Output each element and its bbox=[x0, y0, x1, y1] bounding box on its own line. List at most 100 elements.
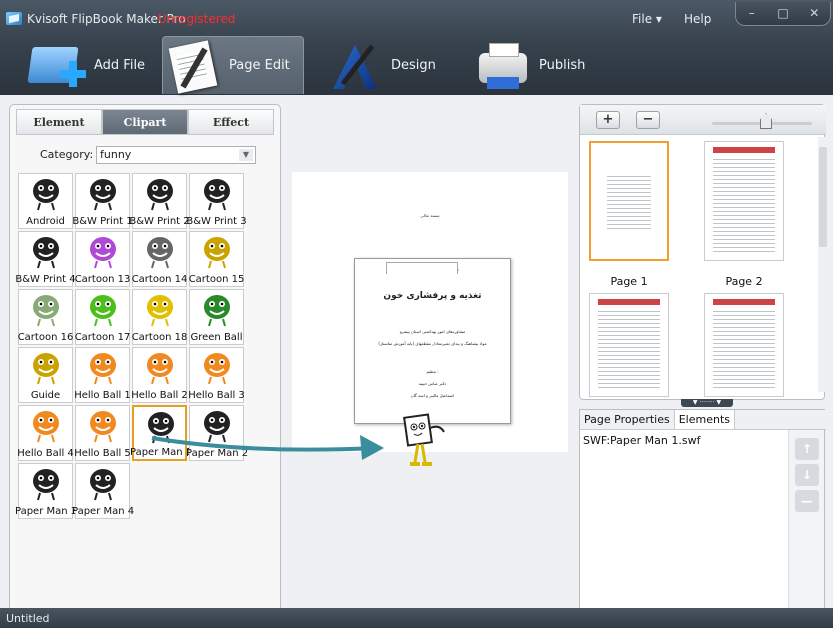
clipart-item[interactable]: Hello Ball 2 bbox=[131, 347, 188, 403]
paper-man-clip[interactable] bbox=[400, 412, 452, 470]
clipart-thumbnail-icon bbox=[141, 176, 179, 212]
status-text: Untitled bbox=[6, 612, 50, 625]
chevron-down-icon[interactable]: ▼ bbox=[239, 149, 253, 161]
clipart-thumbnail-icon bbox=[141, 234, 179, 270]
page-line: تنظیم : bbox=[426, 369, 439, 374]
clipart-item[interactable]: Hello Ball 5 bbox=[74, 405, 131, 461]
design-label: Design bbox=[391, 57, 436, 73]
design-button[interactable]: Design bbox=[325, 36, 455, 94]
close-button[interactable]: ✕ bbox=[799, 2, 830, 25]
clipart-thumbnail-icon bbox=[141, 350, 179, 386]
clipart-item[interactable]: Cartoon 13 bbox=[75, 231, 130, 287]
clipart-label: Hello Ball 2 bbox=[131, 390, 188, 401]
collapse-toggle[interactable]: ▼ ········ ▼ bbox=[681, 399, 733, 407]
clipart-label: Paper Man 4 bbox=[72, 506, 135, 517]
clipart-item[interactable]: B&W Print 1 bbox=[72, 173, 133, 229]
thumbnail-scrollbar[interactable] bbox=[818, 137, 828, 392]
category-label: Category: bbox=[40, 148, 94, 161]
design-icon bbox=[325, 39, 385, 91]
category-select[interactable]: funny ▼ bbox=[96, 146, 256, 164]
move-up-button[interactable]: ↑ bbox=[795, 438, 819, 460]
clipart-item[interactable]: Green Ball bbox=[189, 289, 244, 345]
clipart-item[interactable]: Paper Man 4 bbox=[72, 463, 135, 519]
clipart-label: Hello Ball 1 bbox=[74, 390, 131, 401]
clipart-thumbnail-icon bbox=[27, 466, 65, 502]
page-line: مواد پیشاهنگ و بیدای تغییرمعادل مقطعهای … bbox=[378, 341, 487, 346]
add-file-label: Add File bbox=[94, 57, 146, 73]
printer-icon bbox=[473, 39, 533, 91]
tab-page-properties[interactable]: Page Properties bbox=[580, 410, 675, 429]
clipart-thumbnail-icon bbox=[84, 350, 122, 386]
page-preview[interactable]: شاگل دوش خود را بدای بیاوریم تغذیه و پرف… bbox=[354, 258, 511, 424]
clipart-thumbnail-icon bbox=[84, 176, 122, 212]
tab-element[interactable]: Element bbox=[16, 109, 102, 135]
tab-elements[interactable]: Elements bbox=[674, 410, 735, 429]
menu-file[interactable]: File ▾ bbox=[632, 12, 662, 26]
remove-element-button[interactable]: — bbox=[795, 490, 819, 512]
minimize-button[interactable]: – bbox=[736, 2, 767, 25]
left-panel-tabs: Element Clipart Effect bbox=[16, 109, 274, 135]
clipart-item[interactable]: Cartoon 16 bbox=[18, 289, 73, 345]
clipart-item[interactable]: Cartoon 15 bbox=[189, 231, 244, 287]
page-thumbnail-3[interactable] bbox=[589, 293, 669, 397]
clipart-label: Android bbox=[26, 216, 65, 227]
clipart-item[interactable]: Paper Man 3 bbox=[15, 463, 78, 519]
thumbnail-panel: + − Page 1 Page 2 bbox=[579, 104, 826, 400]
scrollbar-thumb[interactable] bbox=[819, 147, 827, 247]
clipart-thumbnail-icon bbox=[84, 292, 122, 328]
drag-arrow-icon bbox=[151, 435, 384, 460]
page-line: دکتر عباس حبیبه bbox=[418, 381, 447, 386]
clipart-label: B&W Print 1 bbox=[72, 216, 133, 227]
clipart-label: Cartoon 17 bbox=[74, 332, 131, 343]
menu-help[interactable]: Help bbox=[684, 12, 711, 26]
status-bar: Untitled bbox=[0, 608, 833, 628]
zoom-in-button[interactable]: + bbox=[596, 111, 620, 129]
clipart-item[interactable]: Cartoon 17 bbox=[75, 289, 130, 345]
clipart-thumbnail-icon bbox=[27, 408, 65, 444]
clipart-item[interactable]: Hello Ball 3 bbox=[188, 347, 245, 403]
clipart-label: Cartoon 15 bbox=[188, 274, 245, 285]
properties-panel: Page Properties Elements SWF:Paper Man 1… bbox=[579, 409, 826, 623]
clipart-label: B&W Print 2 bbox=[129, 216, 190, 227]
tab-clipart[interactable]: Clipart bbox=[102, 109, 188, 135]
element-list-item[interactable]: SWF:Paper Man 1.swf bbox=[583, 434, 700, 447]
clipart-thumbnail-icon bbox=[27, 350, 65, 386]
clipart-label: Cartoon 18 bbox=[131, 332, 188, 343]
page-title: تغذیه و پرفشاری خون bbox=[383, 291, 482, 301]
clipart-item[interactable]: B&W Print 3 bbox=[186, 173, 247, 229]
zoom-out-button[interactable]: − bbox=[636, 111, 660, 129]
clipart-item[interactable]: Guide bbox=[18, 347, 73, 403]
zoom-slider-handle[interactable] bbox=[760, 113, 772, 129]
page-edit-icon bbox=[163, 39, 223, 94]
properties-tabs: Page Properties Elements bbox=[580, 410, 826, 430]
clipart-item[interactable]: Android bbox=[18, 173, 73, 229]
tab-effect[interactable]: Effect bbox=[188, 109, 274, 135]
page-thumbnail-1[interactable] bbox=[589, 141, 669, 261]
clipart-panel: Element Clipart Effect Category: funny ▼… bbox=[9, 104, 281, 624]
clipart-item[interactable]: B&W Print 2 bbox=[129, 173, 190, 229]
app-logo-icon bbox=[6, 12, 22, 25]
clipart-thumbnail-icon bbox=[141, 292, 179, 328]
clipart-item[interactable]: Cartoon 14 bbox=[132, 231, 187, 287]
clipart-label: Paper Man 3 bbox=[15, 506, 78, 517]
clipart-thumbnail-icon bbox=[198, 234, 236, 270]
clipart-thumbnail-icon bbox=[84, 408, 122, 444]
maximize-button[interactable]: □ bbox=[767, 2, 798, 25]
add-file-button[interactable]: Add File bbox=[27, 36, 156, 94]
clipart-label: Green Ball bbox=[190, 332, 243, 343]
clipart-item[interactable]: Cartoon 18 bbox=[132, 289, 187, 345]
clipart-label: B&W Print 4 bbox=[15, 274, 76, 285]
clipart-item[interactable]: Hello Ball 1 bbox=[74, 347, 131, 403]
page-thumbnail-4[interactable] bbox=[704, 293, 784, 397]
move-down-button[interactable]: ↓ bbox=[795, 464, 819, 486]
page-thumbnail-2[interactable] bbox=[704, 141, 784, 261]
page-edit-button[interactable]: Page Edit bbox=[162, 36, 304, 94]
clipart-item[interactable]: B&W Print 4 bbox=[15, 231, 76, 287]
add-file-icon bbox=[27, 39, 88, 91]
title-bar: Kvisoft FlipBook Maker Pro Unregistered … bbox=[0, 0, 833, 95]
publish-button[interactable]: Publish bbox=[473, 36, 603, 94]
clipart-item[interactable]: Hello Ball 4 bbox=[17, 405, 74, 461]
clipart-thumbnail-icon bbox=[198, 176, 236, 212]
page-header-tab bbox=[386, 262, 458, 274]
thumbnail-toolbar: + − bbox=[580, 105, 826, 135]
